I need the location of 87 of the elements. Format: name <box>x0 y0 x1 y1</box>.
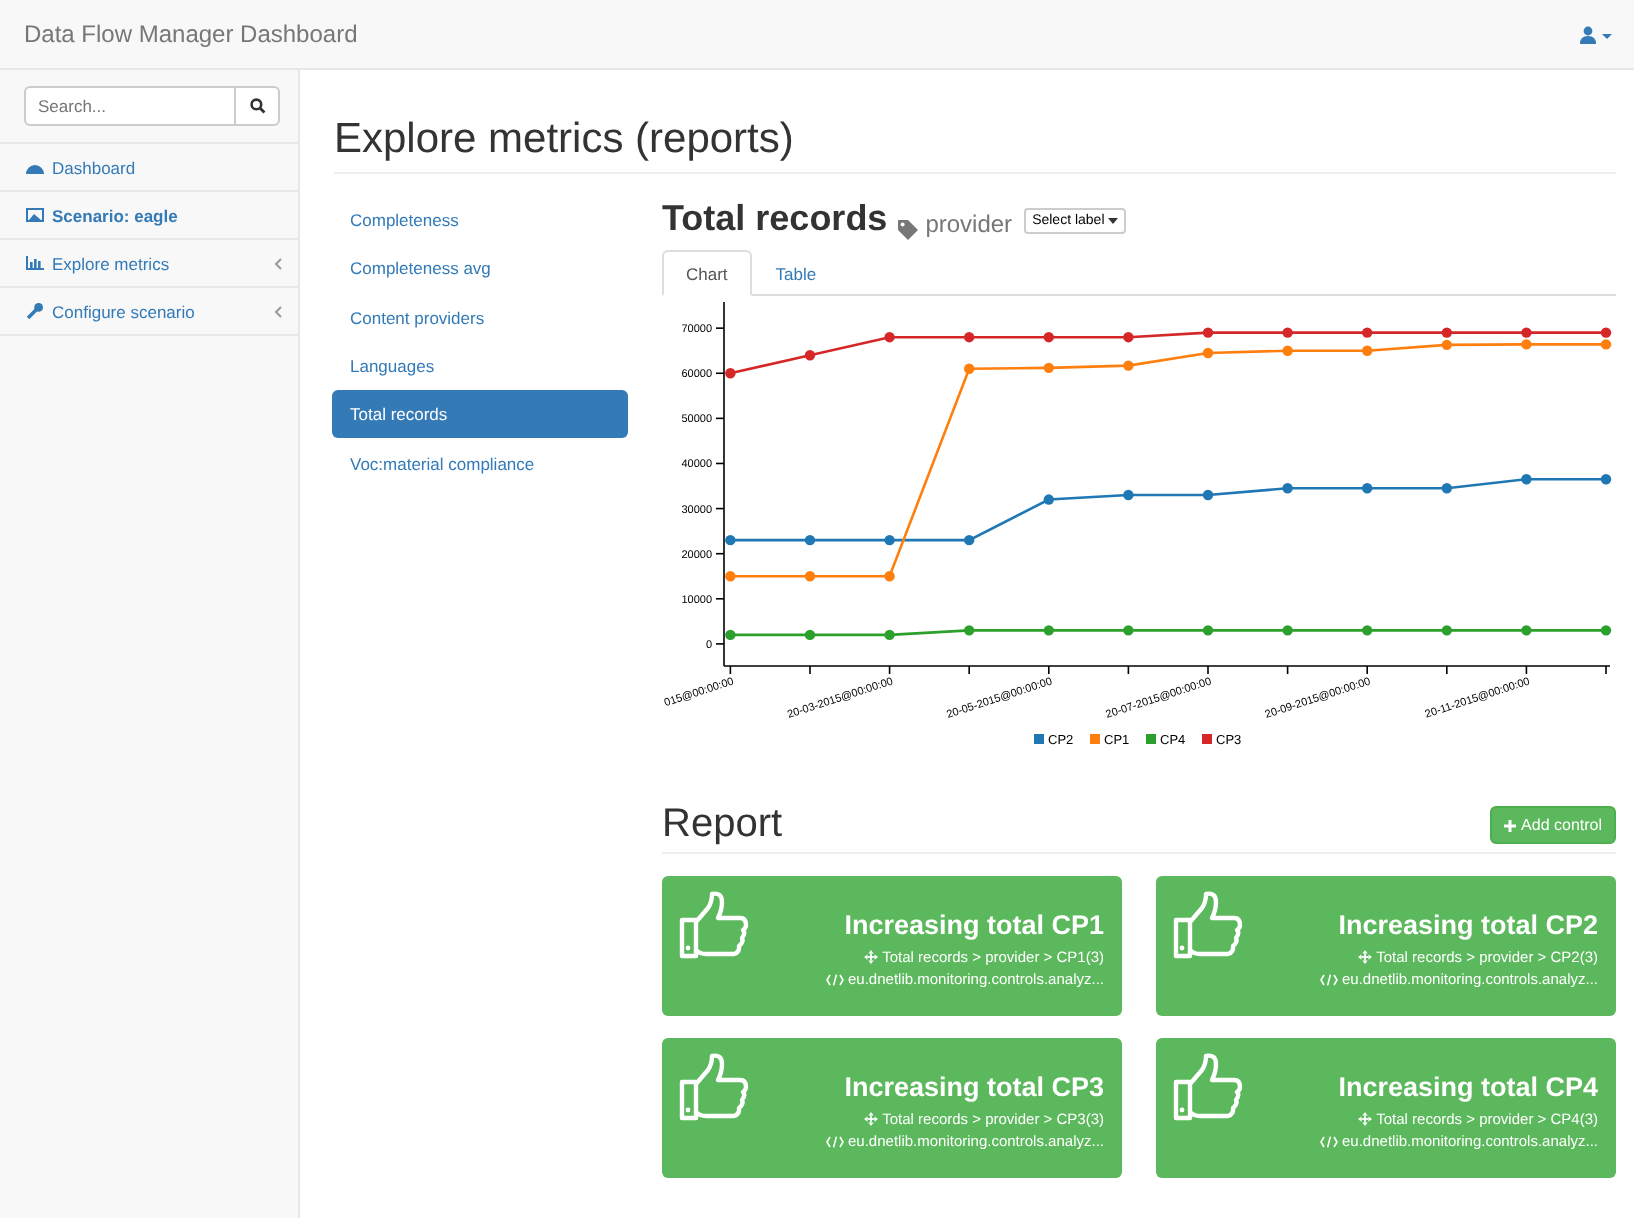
data-point <box>725 368 736 379</box>
data-point <box>964 363 975 374</box>
data-point <box>964 534 975 546</box>
data-point <box>1362 625 1373 636</box>
metric-link[interactable]: Languages <box>332 341 628 391</box>
move-icon <box>1358 950 1373 964</box>
data-point <box>1123 360 1134 371</box>
sidebar-item[interactable]: Scenario: eagle <box>0 192 298 240</box>
data-point <box>1282 327 1293 338</box>
data-point <box>1202 327 1214 338</box>
data-point <box>1043 625 1054 636</box>
move-icon <box>864 1112 879 1126</box>
app-title: Data Flow Manager Dashboard <box>24 20 358 48</box>
code-icon <box>1320 973 1338 985</box>
plus-icon <box>1503 819 1516 831</box>
data-point <box>1123 625 1134 636</box>
data-point <box>1043 332 1054 343</box>
data-point <box>1282 345 1293 356</box>
search-icon <box>249 98 265 114</box>
metric-link[interactable]: Completeness avg <box>332 244 628 294</box>
code-icon <box>826 973 844 985</box>
thumbs-up-icon <box>1172 1052 1244 1124</box>
wrench-icon <box>26 302 44 320</box>
data-point <box>725 571 736 582</box>
tab[interactable]: Table <box>751 250 841 296</box>
tab[interactable]: Chart <box>662 250 752 296</box>
thumbs-up-icon <box>678 1052 750 1124</box>
report-title: Report <box>662 802 783 848</box>
bar-chart-icon <box>26 256 44 270</box>
tag-label: provider <box>925 210 1013 238</box>
data-point <box>725 629 736 641</box>
data-point <box>884 571 895 582</box>
control-title: Increasing total CP3 <box>844 1072 1104 1102</box>
move-icon <box>1358 1112 1373 1126</box>
metric-link[interactable]: Total records <box>332 390 628 439</box>
search-button[interactable] <box>236 86 280 126</box>
data-point <box>1043 494 1054 505</box>
metric-title: Total records <box>662 198 888 240</box>
search-field[interactable]: Search... <box>24 86 236 126</box>
data-point <box>1202 625 1214 636</box>
thumbs-up-icon <box>678 890 750 962</box>
data-point <box>884 629 895 641</box>
move-icon <box>864 950 879 964</box>
sidebar-item[interactable]: Configure scenario <box>0 288 298 336</box>
data-point <box>1123 332 1134 343</box>
dashboard-icon <box>26 160 44 174</box>
data-point <box>1202 347 1214 359</box>
metric-link[interactable]: Content providers <box>332 293 628 342</box>
caret-icon <box>1108 218 1119 224</box>
user-menu-icon[interactable] <box>1580 25 1614 43</box>
data-point <box>804 534 816 546</box>
data-point <box>884 534 895 546</box>
data-point <box>1441 625 1452 636</box>
data-point <box>1521 625 1532 636</box>
sidebar-item[interactable]: Dashboard <box>0 144 298 192</box>
data-point <box>1441 483 1452 494</box>
data-point <box>804 571 816 582</box>
control-title: Increasing total CP4 <box>1338 1072 1598 1102</box>
data-point <box>804 350 816 361</box>
metric-link[interactable]: Voc:material compliance <box>332 438 628 488</box>
data-point <box>884 332 895 343</box>
page-title: Explore metrics (reports) <box>334 116 1616 174</box>
data-point <box>1282 483 1293 494</box>
data-point <box>804 629 816 641</box>
data-point <box>1043 362 1054 374</box>
data-point <box>1362 345 1373 356</box>
sidebar-item[interactable]: Explore metrics <box>0 240 298 288</box>
code-icon <box>826 1135 844 1147</box>
data-point <box>964 625 975 636</box>
tag-icon <box>897 220 920 240</box>
data-point <box>1282 625 1293 636</box>
code-icon <box>1320 1135 1338 1147</box>
control-title: Increasing total CP2 <box>1338 910 1598 940</box>
data-point <box>1202 489 1214 501</box>
data-point <box>1123 489 1134 501</box>
data-point <box>1362 483 1373 494</box>
data-point <box>1600 474 1612 485</box>
data-point <box>1600 625 1612 636</box>
add-control-button[interactable]: Add control <box>1489 806 1616 844</box>
control-title: Increasing total CP1 <box>844 910 1104 940</box>
data-point <box>1521 474 1532 485</box>
picture-icon <box>26 208 44 222</box>
metric-link[interactable]: Completeness <box>332 196 628 245</box>
thumbs-up-icon <box>1172 890 1244 962</box>
data-point <box>964 332 975 343</box>
data-point <box>725 534 736 546</box>
data-point <box>1362 327 1373 338</box>
